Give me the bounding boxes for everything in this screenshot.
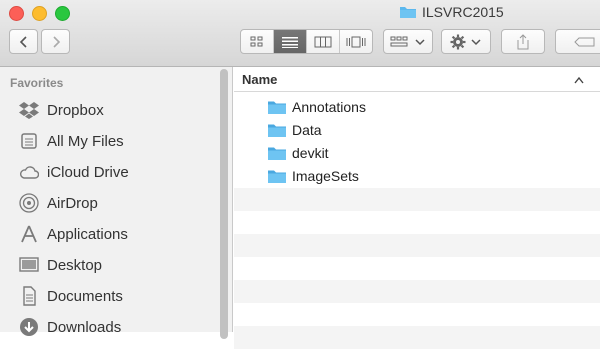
view-mode-selector <box>240 29 373 54</box>
file-name: ImageSets <box>292 168 359 184</box>
icon-view-button[interactable] <box>241 30 274 53</box>
chevron-down-icon <box>471 38 481 45</box>
folder-icon <box>400 7 416 18</box>
column-header-label: Name <box>242 72 278 87</box>
file-name: Data <box>292 122 322 138</box>
empty-row <box>234 280 600 303</box>
cloud-icon <box>19 162 39 182</box>
sidebar-section-favorites: Favorites <box>10 76 64 90</box>
cover-flow-view-button[interactable] <box>340 30 372 53</box>
sidebar-item-label: Documents <box>47 287 123 305</box>
empty-row <box>234 211 600 234</box>
empty-row <box>234 303 600 326</box>
folder-icon <box>268 147 286 160</box>
minimize-window-button[interactable] <box>32 6 47 21</box>
sidebar-item-applications[interactable]: Applications <box>19 222 128 246</box>
file-row[interactable]: devkit <box>234 142 600 165</box>
empty-row <box>234 257 600 280</box>
action-button[interactable] <box>441 29 491 54</box>
sidebar-item-downloads[interactable]: Downloads <box>19 315 121 339</box>
desktop-icon <box>19 255 39 275</box>
sort-ascending-icon <box>574 76 584 84</box>
list-icon <box>282 36 298 48</box>
airdrop-icon <box>19 193 39 213</box>
file-name: Annotations <box>292 99 366 115</box>
column-view-button[interactable] <box>307 30 340 53</box>
sidebar-item-icloud-drive[interactable]: iCloud Drive <box>19 160 129 184</box>
sidebar-item-dropbox[interactable]: Dropbox <box>19 98 104 122</box>
cover-flow-icon <box>346 36 366 47</box>
share-icon <box>517 33 529 49</box>
window-title: ILSVRC2015 <box>399 4 504 20</box>
icon-grid-icon <box>250 36 263 46</box>
window-toolbar: ILSVRC2015 <box>0 0 600 67</box>
tag-icon <box>574 37 595 46</box>
sidebar-item-all-my-files[interactable]: All My Files <box>19 129 124 153</box>
arrange-icon <box>390 36 408 46</box>
sidebar-item-airdrop[interactable]: AirDrop <box>19 191 98 215</box>
sidebar-item-label: Applications <box>47 225 128 243</box>
sidebar-item-label: Downloads <box>47 318 122 336</box>
sidebar-item-label: iCloud Drive <box>47 163 129 181</box>
sidebar-item-documents[interactable]: Documents <box>19 284 123 308</box>
chevron-left-icon <box>19 35 27 48</box>
gear-icon <box>450 34 466 49</box>
sidebar-item-label: Dropbox <box>47 101 104 119</box>
arrange-button[interactable] <box>383 29 433 54</box>
documents-icon <box>19 286 39 306</box>
folder-icon <box>268 124 286 137</box>
forward-button[interactable] <box>41 29 70 54</box>
sidebar: Favorites Dropbox All My Files iCloud Dr… <box>0 67 233 339</box>
file-row[interactable]: Annotations <box>234 96 600 119</box>
file-row[interactable]: Data <box>234 119 600 142</box>
empty-row <box>234 188 600 211</box>
share-button[interactable] <box>501 29 545 54</box>
column-header-name[interactable]: Name <box>234 67 600 92</box>
downloads-icon <box>19 317 39 337</box>
sidebar-item-label: All My Files <box>47 132 124 150</box>
file-list: Name Annotations Data devkit ImageSets <box>234 67 600 349</box>
applications-icon <box>19 224 39 244</box>
window-title-text: ILSVRC2015 <box>422 4 504 20</box>
maximize-window-button[interactable] <box>55 6 70 21</box>
file-name: devkit <box>292 145 329 161</box>
list-view-button[interactable] <box>274 30 307 53</box>
sidebar-item-label: AirDrop <box>47 194 98 212</box>
chevron-down-icon <box>415 38 425 45</box>
sidebar-scrollbar[interactable] <box>220 69 228 339</box>
folder-icon <box>268 170 286 183</box>
close-window-button[interactable] <box>9 6 24 21</box>
folder-icon <box>268 101 286 114</box>
dropbox-icon <box>19 100 39 120</box>
sidebar-item-desktop[interactable]: Desktop <box>19 253 102 277</box>
back-button[interactable] <box>9 29 38 54</box>
sidebar-item-label: Desktop <box>47 256 103 274</box>
empty-row <box>234 234 600 257</box>
chevron-right-icon <box>52 35 60 48</box>
empty-row <box>234 326 600 349</box>
all-files-icon <box>19 131 39 151</box>
file-row[interactable]: ImageSets <box>234 165 600 188</box>
columns-icon <box>314 36 332 47</box>
tags-button[interactable] <box>555 29 600 54</box>
